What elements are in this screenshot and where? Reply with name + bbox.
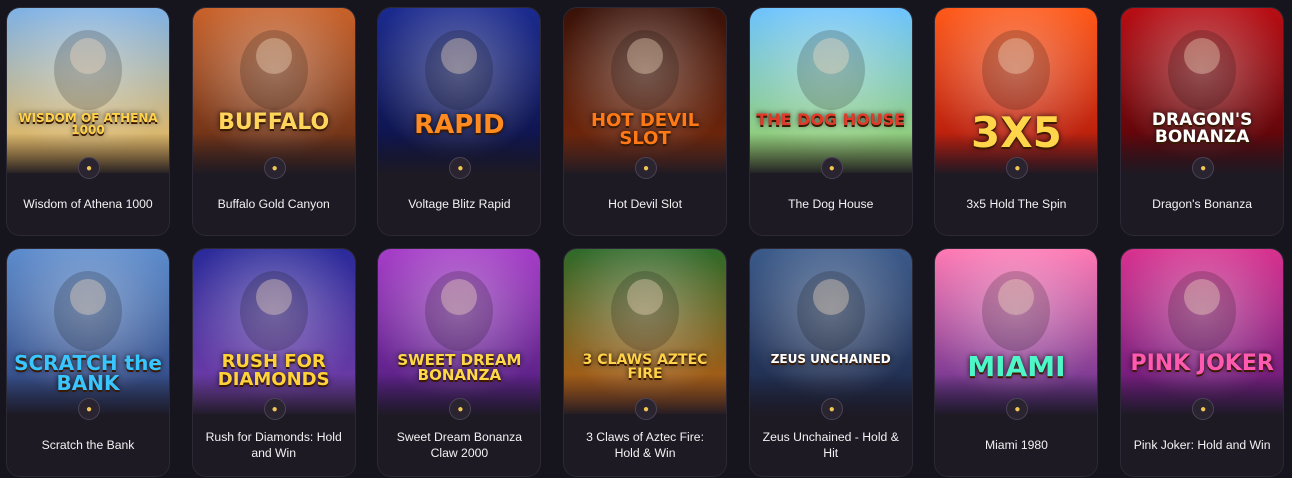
game-title: 3x5 Hold The Spin xyxy=(966,197,1067,211)
game-title: Sweet Dream Bonanza Claw 2000 xyxy=(396,430,523,460)
provider-icon: ● xyxy=(263,398,286,420)
game-title: Miami 1980 xyxy=(984,438,1048,452)
game-artwork xyxy=(749,249,912,414)
provider-icon: ● xyxy=(635,398,658,420)
game-logo-text: PINK JOKER xyxy=(1130,351,1274,376)
game-thumbnail[interactable]: PINK JOKER xyxy=(1121,249,1284,414)
provider-icon: ● xyxy=(820,157,843,179)
game-card-buffalo-gold-canyon[interactable]: BUFFALO ● Buffalo Gold Canyon xyxy=(191,7,356,236)
game-title: Wisdom of Athena 1000 xyxy=(23,197,153,211)
game-logo-text: DRAGON'S BONANZA xyxy=(1151,110,1253,147)
game-logo-text: HOT DEVIL SLOT xyxy=(590,110,700,149)
game-logo-text: THE DOG HOUSE xyxy=(756,110,906,129)
game-logo-text: 3 CLAWS AZTEC FIRE xyxy=(582,352,708,382)
game-artwork xyxy=(7,8,169,173)
game-thumbnail[interactable]: HOT DEVIL SLOT xyxy=(564,8,727,173)
game-artwork xyxy=(378,249,541,414)
provider-icon: ● xyxy=(78,398,100,420)
game-card-3x5-hold-the-spin[interactable]: 3X5 ● 3x5 Hold The Spin xyxy=(934,7,1099,236)
game-logo-text: MIAMI xyxy=(967,350,1066,383)
provider-icon: ● xyxy=(820,398,843,420)
provider-icon: ● xyxy=(1192,398,1215,420)
game-artwork xyxy=(378,8,541,173)
game-logo-text: BUFFALO xyxy=(218,110,330,135)
game-title: The Dog House xyxy=(788,197,874,211)
game-thumbnail[interactable]: RAPID xyxy=(378,8,541,173)
game-title: Buffalo Gold Canyon xyxy=(217,197,330,211)
game-title: Voltage Blitz Rapid xyxy=(408,197,511,211)
game-card-voltage-blitz-rapid[interactable]: RAPID ● Voltage Blitz Rapid xyxy=(377,7,542,236)
game-thumbnail[interactable]: BUFFALO xyxy=(192,8,355,173)
game-card-scratch-the-bank[interactable]: SCRATCH the BANK ● Scratch the Bank xyxy=(6,248,170,477)
game-card-zeus-unchained-hold-hit[interactable]: ZEUS UNCHAINED ● Zeus Unchained - Hold & H… xyxy=(748,248,913,477)
game-thumbnail[interactable]: RUSH FOR DIAMONDS xyxy=(192,249,355,414)
game-thumbnail[interactable]: SCRATCH the BANK xyxy=(7,249,169,414)
game-card-wisdom-of-athena-1000[interactable]: WISDOM OF ATHENA 1000 ● Wisdom of Athena 1… xyxy=(6,7,170,236)
game-thumbnail[interactable]: ZEUS UNCHAINED xyxy=(749,249,912,414)
game-card-rush-for-diamonds-hold-and-win[interactable]: RUSH FOR DIAMONDS ● Rush for Diamonds: Hol… xyxy=(191,248,356,477)
game-card-the-dog-house[interactable]: THE DOG HOUSE ● The Dog House xyxy=(748,7,913,236)
game-logo-text: 3X5 xyxy=(971,108,1062,157)
game-thumbnail[interactable]: DRAGON'S BONANZA xyxy=(1121,8,1284,173)
game-artwork xyxy=(564,249,727,414)
game-card-miami-1980[interactable]: MIAMI ● Miami 1980 xyxy=(934,248,1099,477)
game-grid: WISDOM OF ATHENA 1000 ● Wisdom of Athena 1… xyxy=(6,7,1285,477)
game-title: Hot Devil Slot xyxy=(608,197,682,211)
provider-icon: ● xyxy=(1192,157,1215,179)
game-thumbnail[interactable]: 3 CLAWS AZTEC FIRE xyxy=(564,249,727,414)
game-artwork xyxy=(1121,249,1284,414)
game-card-dragon-s-bonanza[interactable]: DRAGON'S BONANZA ● Dragon's Bonanza xyxy=(1120,7,1285,236)
provider-icon: ● xyxy=(635,157,658,179)
game-thumbnail[interactable]: THE DOG HOUSE xyxy=(749,8,912,173)
game-logo-text: ZEUS UNCHAINED xyxy=(770,352,891,366)
game-logo-text: RAPID xyxy=(414,110,505,140)
game-thumbnail[interactable]: MIAMI xyxy=(935,249,1098,414)
game-thumbnail[interactable]: 3X5 xyxy=(935,8,1098,173)
game-artwork xyxy=(749,8,912,173)
game-card-3-claws-of-aztec-fire-hold-win[interactable]: 3 CLAWS AZTEC FIRE ● 3 Claws of Aztec Fire… xyxy=(563,248,728,477)
game-title: Pink Joker: Hold and Win xyxy=(1133,438,1271,452)
game-card-pink-joker-hold-and-win[interactable]: PINK JOKER ● Pink Joker: Hold and Win xyxy=(1120,248,1285,477)
game-thumbnail[interactable]: SWEET DREAM BONANZA xyxy=(378,249,541,414)
game-title: Dragon's Bonanza xyxy=(1152,197,1253,211)
game-title: Scratch the Bank xyxy=(41,438,135,452)
game-logo-text: SCRATCH the BANK xyxy=(14,351,162,395)
game-artwork xyxy=(192,8,355,173)
game-title: 3 Claws of Aztec Fire: Hold & Win xyxy=(586,430,704,460)
game-logo-text: RUSH FOR DIAMONDS xyxy=(217,351,330,390)
game-card-sweet-dream-bonanza-claw-2000[interactable]: SWEET DREAM BONANZA ● Sweet Dream Bonanza … xyxy=(377,248,542,477)
game-artwork xyxy=(935,249,1098,414)
game-artwork xyxy=(1121,8,1284,173)
game-logo-text: SWEET DREAM BONANZA xyxy=(397,351,522,384)
game-title: Rush for Diamonds: Hold and Win xyxy=(205,430,342,460)
provider-icon: ● xyxy=(263,157,286,179)
game-thumbnail[interactable]: WISDOM OF ATHENA 1000 xyxy=(7,8,169,173)
provider-icon: ● xyxy=(78,157,100,179)
game-logo-text: WISDOM OF ATHENA 1000 xyxy=(18,111,158,137)
game-card-hot-devil-slot[interactable]: HOT DEVIL SLOT ● Hot Devil Slot xyxy=(563,7,728,236)
game-title: Zeus Unchained - Hold & Hit xyxy=(762,430,899,460)
